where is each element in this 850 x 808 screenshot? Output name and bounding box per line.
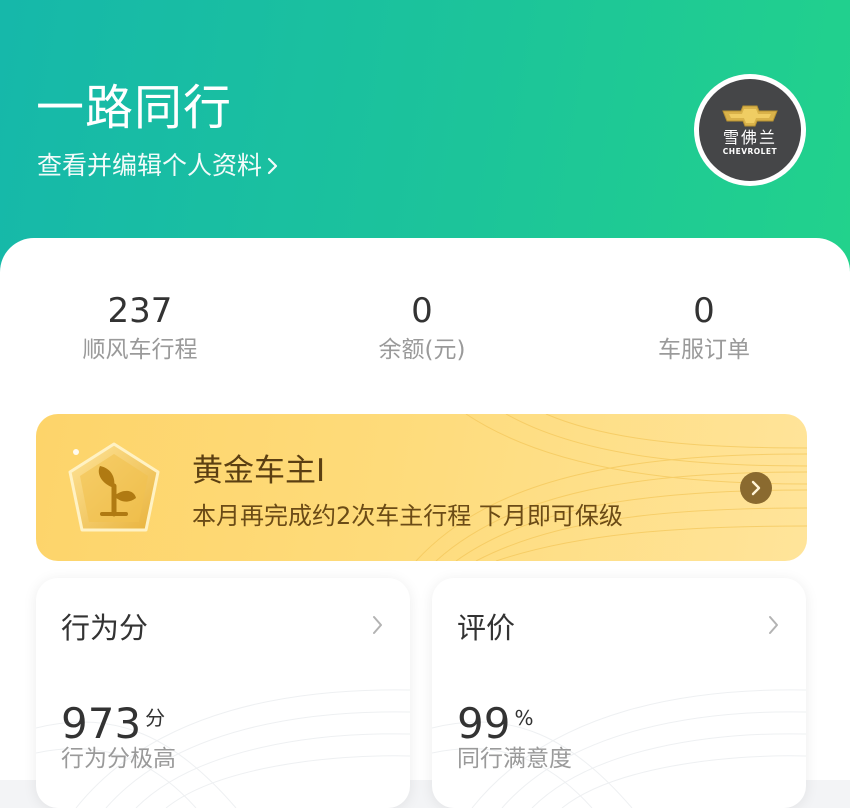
bowtie-icon bbox=[722, 105, 778, 126]
rating-unit: % bbox=[514, 706, 534, 730]
edit-profile-link[interactable]: 查看并编辑个人资料 bbox=[37, 150, 280, 182]
chevron-right-icon bbox=[373, 616, 382, 634]
rating-card[interactable]: 评价 99% 同行满意度 bbox=[432, 578, 806, 808]
chevron-right-icon bbox=[740, 472, 772, 504]
card-title: 行为分 bbox=[61, 611, 149, 645]
stat-orders[interactable]: 0 车服订单 bbox=[604, 290, 804, 366]
chevrolet-logo: 雪佛兰 CHEVROLET bbox=[699, 79, 801, 181]
score-number: 973 bbox=[61, 699, 142, 748]
rating-number: 99 bbox=[457, 699, 511, 748]
brand-name-cn: 雪佛兰 bbox=[722, 127, 777, 147]
avatar[interactable]: 雪佛兰 CHEVROLET bbox=[694, 74, 806, 186]
score-unit: 分 bbox=[145, 706, 166, 730]
stat-value: 0 bbox=[411, 291, 433, 331]
behavior-score: 973 分 bbox=[61, 698, 165, 750]
level-title: 黄金车主I bbox=[192, 453, 326, 489]
edit-profile-label: 查看并编辑个人资料 bbox=[37, 151, 263, 180]
stat-balance[interactable]: 0 余额(元) bbox=[322, 290, 522, 366]
stat-value: 0 bbox=[693, 291, 715, 331]
stat-label: 余额(元) bbox=[378, 337, 466, 363]
sprout-badge-icon bbox=[68, 442, 160, 532]
chevron-right-icon bbox=[769, 616, 778, 634]
page-title: 一路同行 bbox=[36, 80, 233, 136]
brand-name-en: CHEVROLET bbox=[722, 146, 778, 156]
stat-rides[interactable]: 237 顺风车行程 bbox=[40, 290, 240, 366]
card-description: 同行满意度 bbox=[457, 746, 572, 772]
rating-score: 99% bbox=[457, 698, 533, 750]
card-title: 评价 bbox=[457, 611, 516, 645]
driver-level-card[interactable]: 黄金车主I 本月再完成约2次车主行程 下月即可保级 bbox=[36, 414, 807, 561]
behavior-score-card[interactable]: 行为分 973 分 行为分极高 bbox=[36, 578, 410, 808]
stat-label: 顺风车行程 bbox=[82, 337, 198, 363]
chevron-right-icon bbox=[267, 157, 278, 175]
stat-value: 237 bbox=[107, 291, 173, 331]
card-description: 行为分极高 bbox=[61, 746, 176, 772]
stat-label: 车服订单 bbox=[658, 337, 750, 363]
level-subtitle: 本月再完成约2次车主行程 下月即可保级 bbox=[192, 502, 623, 530]
